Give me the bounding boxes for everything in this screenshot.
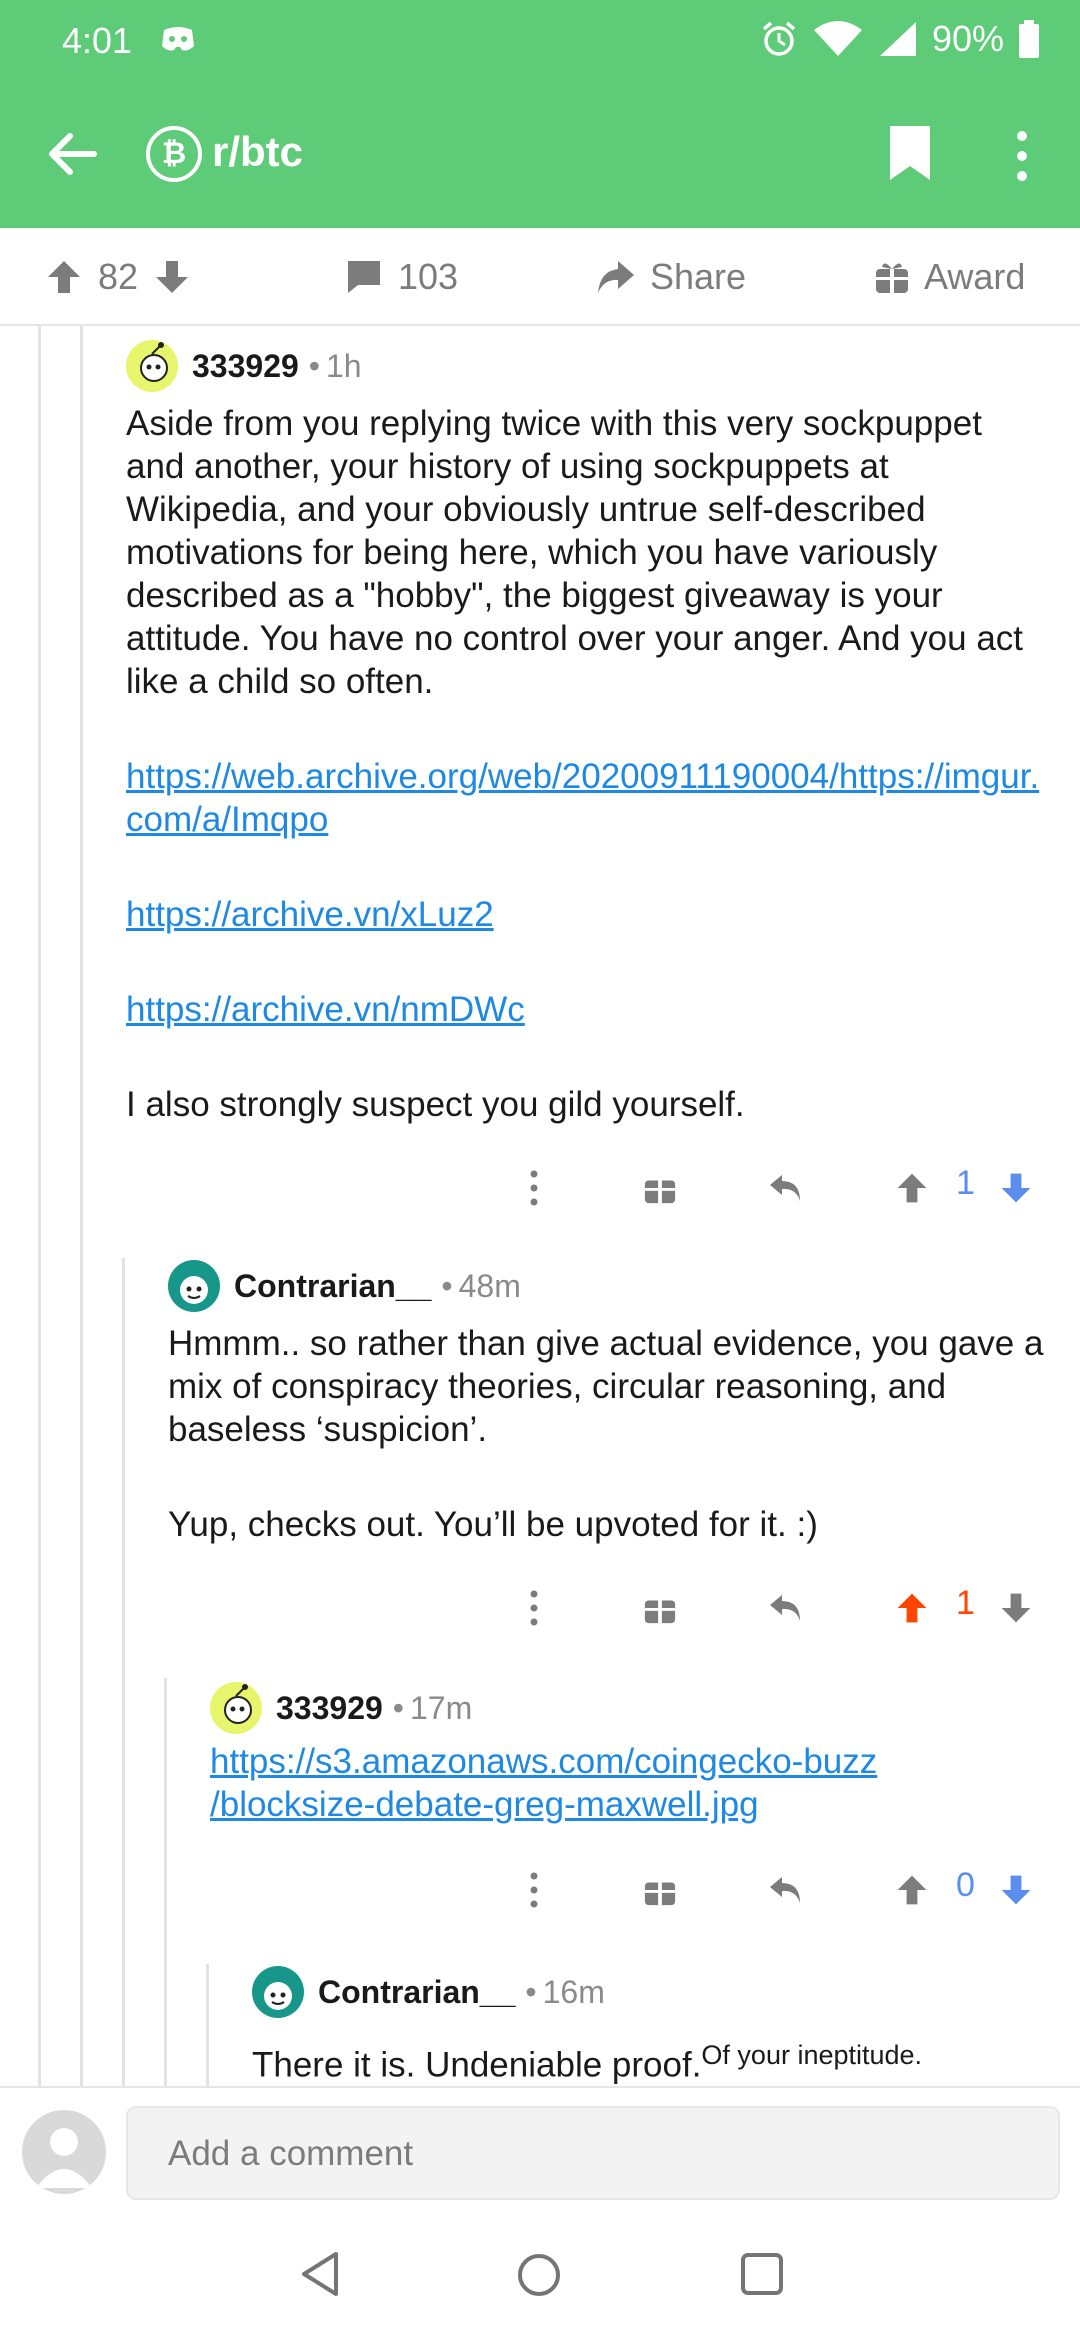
reply-icon[interactable] bbox=[764, 1586, 808, 1630]
archive-link[interactable]: https://archive.vn/nmDWc bbox=[126, 990, 525, 1029]
comment-meta: Contrarian__ • 48m bbox=[168, 1258, 1058, 1314]
comment-more-icon[interactable] bbox=[512, 1586, 556, 1630]
archive-link[interactable]: https://web.archive.org/web/202009111900… bbox=[126, 757, 1039, 839]
more-options-icon[interactable] bbox=[1002, 128, 1042, 184]
vote-group: 82 bbox=[44, 256, 192, 298]
comment-author[interactable]: 333929 bbox=[192, 348, 299, 385]
comment-age: 16m bbox=[542, 1973, 605, 2010]
signal-icon bbox=[879, 22, 916, 56]
thread-line bbox=[164, 1678, 167, 2086]
status-bar: 4:01 90% bbox=[0, 0, 1080, 82]
comment-author[interactable]: Contrarian__ bbox=[318, 1974, 515, 2011]
share-label: Share bbox=[650, 256, 747, 297]
thread-line bbox=[80, 326, 83, 2086]
alarm-icon bbox=[762, 21, 796, 56]
thread-line bbox=[122, 1258, 125, 2086]
discord-icon bbox=[162, 27, 194, 51]
thread-line bbox=[206, 1964, 209, 2086]
comment-count: 103 bbox=[398, 256, 459, 297]
comment-more-icon[interactable] bbox=[512, 1868, 556, 1912]
share-arrow-icon bbox=[598, 261, 634, 293]
post-score: 82 bbox=[98, 256, 139, 297]
comment-actions: 1 bbox=[500, 1578, 1060, 1638]
comment-age: 17m bbox=[409, 1689, 473, 1726]
upvote-arrow-icon[interactable] bbox=[890, 1166, 934, 1210]
downvote-arrow-icon[interactable] bbox=[994, 1868, 1038, 1912]
comment-meta: 333929 • 17m bbox=[210, 1680, 1060, 1736]
comment: Contrarian__ • 16m There it is. Undeniab… bbox=[252, 1964, 1062, 2086]
comment-paragraph: Aside from you replying twice with this … bbox=[126, 404, 1024, 701]
nav-back-icon[interactable] bbox=[298, 2250, 342, 2298]
add-comment-input[interactable]: Add a comment bbox=[126, 2106, 1060, 2200]
comments-button[interactable]: 103 bbox=[344, 256, 458, 298]
gift-icon bbox=[876, 263, 908, 293]
comment-score: 1 bbox=[956, 1164, 975, 1202]
downvote-arrow-icon[interactable] bbox=[994, 1586, 1038, 1630]
comment-age: 1h bbox=[325, 347, 362, 384]
avatar[interactable] bbox=[126, 340, 178, 392]
system-nav-bar bbox=[0, 2216, 1080, 2340]
share-button[interactable]: Share bbox=[594, 256, 746, 298]
comment-body: There it is. Undeniable proof.Of your in… bbox=[252, 2034, 1062, 2086]
bookmark-icon[interactable] bbox=[888, 124, 932, 182]
avatar[interactable] bbox=[210, 1682, 262, 1734]
downvote-arrow-icon[interactable] bbox=[152, 257, 192, 297]
upvote-arrow-icon[interactable] bbox=[890, 1868, 934, 1912]
upvote-arrow-icon[interactable] bbox=[890, 1586, 934, 1630]
post-action-bar: 82 103 Share Award bbox=[0, 228, 1080, 326]
thread-line bbox=[38, 326, 41, 2086]
comment-author[interactable]: 333929 bbox=[276, 1690, 383, 1727]
user-avatar[interactable] bbox=[22, 2110, 106, 2194]
superscript-text: Of your ineptitude. bbox=[701, 2040, 923, 2070]
award-gift-icon[interactable] bbox=[638, 1166, 682, 1210]
award-button[interactable]: Award bbox=[874, 256, 1025, 298]
award-label: Award bbox=[924, 256, 1026, 297]
comment-meta: 333929 • 1h bbox=[126, 338, 1046, 394]
comment-paragraph: I also strongly suspect you gild yoursel… bbox=[126, 1085, 745, 1124]
back-arrow-icon[interactable] bbox=[44, 126, 100, 182]
comment-age: 48m bbox=[458, 1267, 521, 1304]
comment: 333929 • 1h Aside from you replying twic… bbox=[126, 338, 1046, 1178]
comment-paragraph: Yup, checks out. You’ll be upvoted for i… bbox=[168, 1505, 818, 1544]
battery-icon bbox=[1019, 20, 1039, 58]
avatar[interactable] bbox=[168, 1260, 220, 1312]
comment-score: 1 bbox=[956, 1584, 975, 1622]
upvote-arrow-icon[interactable] bbox=[44, 257, 84, 297]
image-link[interactable]: https://s3.amazonaws.com/coingecko-buzz … bbox=[210, 1740, 1060, 1826]
toolbar: ₿ r/btc bbox=[0, 110, 1080, 200]
comment-composer: Add a comment bbox=[0, 2086, 1080, 2216]
status-time: 4:01 bbox=[62, 20, 133, 61]
bitcoin-subreddit-icon[interactable]: ₿ bbox=[146, 126, 202, 182]
comment-body: Aside from you replying twice with this … bbox=[126, 402, 1046, 1126]
comment-actions: 0 bbox=[500, 1860, 1060, 1920]
comment: Contrarian__ • 48m Hmmm.. so rather than… bbox=[168, 1258, 1058, 1598]
comment-body: Hmmm.. so rather than give actual eviden… bbox=[168, 1322, 1058, 1546]
comment-paragraph: Hmmm.. so rather than give actual eviden… bbox=[168, 1324, 1044, 1449]
comment-meta: Contrarian__ • 16m bbox=[252, 1964, 1062, 2020]
comment-body: https://s3.amazonaws.com/coingecko-buzz … bbox=[210, 1740, 1060, 1826]
avatar[interactable] bbox=[252, 1966, 304, 2018]
comment: 333929 • 17m https://s3.amazonaws.com/co… bbox=[210, 1680, 1060, 1826]
downvote-arrow-icon[interactable] bbox=[994, 1166, 1038, 1210]
award-gift-icon[interactable] bbox=[638, 1586, 682, 1630]
reply-icon[interactable] bbox=[764, 1166, 808, 1210]
status-icons: 90% bbox=[760, 18, 1040, 60]
nav-recents-icon[interactable] bbox=[740, 2252, 784, 2296]
battery-percent: 90% bbox=[931, 18, 1004, 59]
comment-bubble-icon bbox=[348, 261, 380, 293]
archive-link[interactable]: https://archive.vn/xLuz2 bbox=[126, 895, 494, 934]
wifi-icon bbox=[813, 21, 862, 56]
comment-author[interactable]: Contrarian__ bbox=[234, 1268, 431, 1305]
comment-thread: 333929 • 1h Aside from you replying twic… bbox=[0, 326, 1080, 2086]
comment-text: There it is. Undeniable proof. bbox=[252, 2045, 702, 2085]
nav-home-icon[interactable] bbox=[516, 2252, 562, 2298]
award-gift-icon[interactable] bbox=[638, 1868, 682, 1912]
comment-score: 0 bbox=[956, 1866, 975, 1904]
reply-icon[interactable] bbox=[764, 1868, 808, 1912]
app-header: 4:01 90% ₿ r/btc bbox=[0, 0, 1080, 228]
comment-more-icon[interactable] bbox=[512, 1166, 556, 1210]
comment-actions: 1 bbox=[500, 1158, 1060, 1218]
subreddit-name[interactable]: r/btc bbox=[212, 128, 303, 176]
